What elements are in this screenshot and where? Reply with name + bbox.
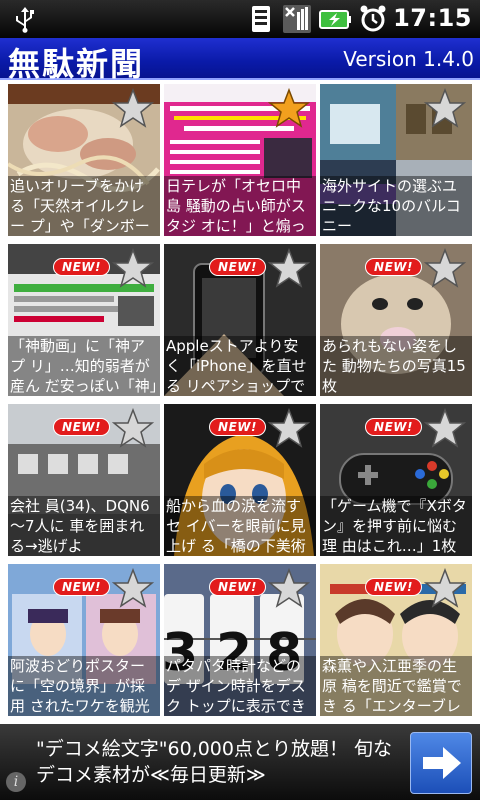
favorite-star-icon[interactable] [268,248,310,290]
news-tile[interactable]: 追いオリーブをかけ る「天然オイルクレー プ」や「ダンボール風 [8,84,160,236]
news-headline: Appleストアより安 く「iPhone」を直せる リペアショップで作業 [164,336,316,396]
favorite-star-icon[interactable] [112,408,154,450]
favorite-star-icon[interactable] [112,248,154,290]
news-tile[interactable]: 海外サイトの選ぶユ ニークな10のバルコ ニー [320,84,472,236]
news-headline: 日テレが「オセロ中島 騒動の占い師がスタジ オに！」と煽っておき [164,176,316,236]
news-headline: あられもない姿をした 動物たちの写真15枚 [320,336,472,396]
news-headline: パタパタ時計などのデ ザイン時計をデスク トップに表示でき [164,656,316,716]
news-headline: 船から血の涙を流すセ イバーを眼前に見上げ る「橋の下美術館」を [164,496,316,556]
new-badge: NEW! [209,418,266,436]
ad-arrow-button[interactable] [410,732,472,794]
news-tile[interactable]: NEW! Appleストアより安 く「iPhone」を直せる リペアショップで作… [164,244,316,396]
news-tile[interactable]: NEW! あられもない姿をした 動物たちの写真15枚 [320,244,472,396]
favorite-star-icon[interactable] [112,88,154,130]
app-title: 無駄新聞 [8,45,145,83]
news-headline: 会社 員(34)、DQN6～7人に 車を囲まれる→逃げよ [8,496,160,556]
favorite-star-icon[interactable] [268,408,310,450]
news-tile[interactable]: NEW! 「神動画」に「神アプ リ」…知的弱者が産ん だ安っぽい「神」 素 [8,244,160,396]
news-tile[interactable]: 日テレが「オセロ中島 騒動の占い師がスタジ オに！」と煽っておき [164,84,316,236]
favorite-star-icon[interactable] [424,248,466,290]
favorite-star-icon[interactable] [112,568,154,610]
news-headline: 森薫や入江亜季の生原 稿を間近で鑑賞でき る「エンターブレイン [320,656,472,716]
favorite-star-icon[interactable] [424,568,466,610]
ad-info-icon[interactable]: i [6,772,26,792]
news-headline: 阿波おどりポスター に「空の境界」が採用 されたワケを観光協会 [8,656,160,716]
ad-text[interactable]: "デコメ絵文字"60,000点とり放題！ 旬なデコメ素材が≪毎日更新≫ [36,736,396,788]
status-bar: 17:15 [0,0,480,38]
app-version: Version 1.4.0 [343,47,474,71]
battery-charging-icon [319,10,351,29]
new-badge: NEW! [209,258,266,276]
news-headline: 追いオリーブをかけ る「天然オイルクレー プ」や「ダンボール風 [8,176,160,236]
favorite-star-icon[interactable] [268,88,310,130]
news-tile[interactable]: NEW! 船から血の涙を流すセ イバーを眼前に見上げ る「橋の下美術館」を [164,404,316,556]
news-headline: 「神動画」に「神アプ リ」…知的弱者が産ん だ安っぽい「神」 素 [8,336,160,396]
news-tile[interactable]: NEW! 会社 員(34)、DQN6～7人に 車を囲まれる→逃げよ [8,404,160,556]
news-tile[interactable]: NEW! 「ゲーム機で『Xボタ ン』を押す前に悩む理 由はこれ…」1枚の証 [320,404,472,556]
usb-icon [16,7,34,33]
news-headline: 「ゲーム機で『Xボタ ン』を押す前に悩む理 由はこれ…」1枚の証 [320,496,472,556]
new-badge: NEW! [53,578,110,596]
new-badge: NEW! [53,258,110,276]
news-tile[interactable]: 3 2 8 NEW! パタパタ時計などのデ ザイン時計をデスク トップに表示でき [164,564,316,716]
ad-banner[interactable]: "デコメ絵文字"60,000点とり放題！ 旬なデコメ素材が≪毎日更新≫ i [0,724,480,800]
new-badge: NEW! [53,418,110,436]
new-badge: NEW! [209,578,266,596]
status-clock: 17:15 [393,4,472,32]
new-badge: NEW! [365,258,422,276]
new-badge: NEW! [365,418,422,436]
news-tile[interactable]: NEW! 森薫や入江亜季の生原 稿を間近で鑑賞でき る「エンターブレイン [320,564,472,716]
wifi-icon [252,6,270,32]
favorite-star-icon[interactable] [424,88,466,130]
new-badge: NEW! [365,578,422,596]
news-tile[interactable]: NEW! 阿波おどりポスター に「空の境界」が採用 されたワケを観光協会 [8,564,160,716]
arrow-right-icon [423,747,461,779]
signal-icon [283,5,311,33]
app-header: 無駄新聞 Version 1.4.0 [0,38,480,83]
alarm-clock-icon [360,5,386,32]
favorite-star-icon[interactable] [424,408,466,450]
favorite-star-icon[interactable] [268,568,310,610]
news-headline: 海外サイトの選ぶユ ニークな10のバルコ ニー [320,176,472,236]
